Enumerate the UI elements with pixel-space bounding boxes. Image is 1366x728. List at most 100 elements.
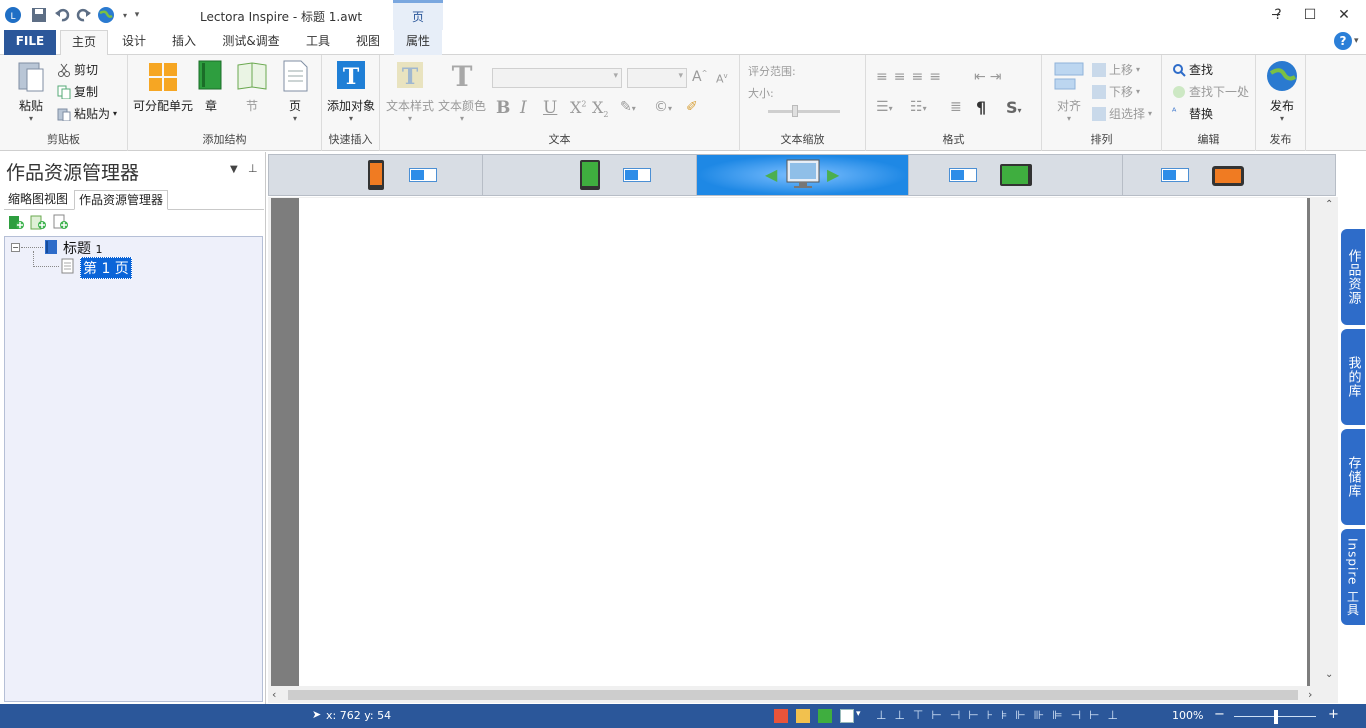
style-icon[interactable]: S▾ (1006, 98, 1022, 117)
customize-qa-icon[interactable]: ▾ (128, 6, 146, 24)
find-next-button[interactable]: 查找下一处 (1172, 83, 1249, 100)
scroll-up-icon[interactable]: ⌃ (1325, 199, 1333, 210)
tab-home[interactable]: 主页 (60, 30, 108, 56)
page-button[interactable]: 页 ▾ (278, 59, 312, 123)
replace-button[interactable]: ᴬ 替换 (1172, 105, 1213, 122)
device-toggle[interactable] (1161, 168, 1189, 182)
device-tablet-landscape[interactable] (909, 155, 1123, 195)
numbered-list-icon[interactable]: ☷▾ (910, 99, 927, 115)
text-scale-slider-thumb[interactable] (792, 105, 798, 117)
underline-icon[interactable]: U (543, 98, 557, 118)
next-device-icon[interactable]: ▶ (827, 165, 839, 184)
shrink-font-icon[interactable]: Av (716, 72, 728, 86)
font-size-select[interactable]: ▾ (627, 68, 687, 88)
chapter-button[interactable]: 章 (194, 59, 228, 114)
minimize-button[interactable]: ─ (1259, 0, 1293, 30)
alignment-icons[interactable]: ≡≡≡≡ (876, 69, 947, 85)
tree-root-title[interactable]: 标题 1 (63, 238, 102, 258)
spell-check-icon[interactable] (796, 709, 810, 723)
bold-icon[interactable]: B (496, 98, 510, 118)
pin-icon[interactable]: ⊥ (248, 162, 258, 175)
device-phone-portrait[interactable] (269, 155, 483, 195)
add-chapter-icon[interactable] (8, 214, 24, 233)
app-logo-icon[interactable]: L (4, 6, 22, 24)
device-phone-landscape[interactable] (1123, 155, 1335, 195)
paste-button[interactable]: 粘贴 ▾ (10, 59, 52, 123)
side-tab-inspire-tools[interactable]: Inspire 工具 (1341, 529, 1365, 625)
text-color-button[interactable]: T 文本颜色 ▾ (438, 59, 486, 123)
align-button[interactable]: 对齐 ▾ (1050, 59, 1088, 123)
error-check-icon[interactable] (774, 709, 788, 723)
publish-button[interactable]: 发布 ▾ (1262, 59, 1302, 123)
subscript-icon[interactable]: X2 (592, 98, 608, 119)
move-up-button[interactable]: 上移 ▾ (1092, 61, 1140, 78)
symbol-icon[interactable]: ©▾ (654, 99, 672, 115)
tab-thumbnail-view[interactable]: 缩略图视图 (4, 190, 72, 210)
grow-font-icon[interactable]: A^ (692, 69, 707, 85)
cut-button[interactable]: 剪切 (57, 61, 98, 78)
add-page-icon[interactable] (52, 214, 68, 233)
help-icon[interactable]: ? (1334, 32, 1352, 50)
tab-properties[interactable]: 属性 (394, 30, 442, 55)
help-dropdown-icon[interactable]: ▾ (1354, 36, 1359, 46)
tab-title-explorer[interactable]: 作品资源管理器 (74, 190, 169, 210)
side-tab-my-library[interactable]: 我的库 (1341, 329, 1365, 425)
device-toggle[interactable] (623, 168, 651, 182)
copy-button[interactable]: 复制 (57, 83, 98, 100)
page-canvas[interactable] (299, 198, 1307, 686)
find-button[interactable]: 查找 (1172, 61, 1213, 78)
device-tablet-portrait[interactable] (483, 155, 697, 195)
scroll-down-icon[interactable]: ⌄ (1325, 669, 1333, 680)
tree-collapse-icon[interactable]: − (11, 243, 20, 252)
text-style-button[interactable]: T 文本样式 ▾ (384, 59, 436, 123)
line-spacing-icon[interactable]: ≣ (950, 99, 962, 115)
run-dropdown-icon[interactable]: ▾ (856, 709, 861, 719)
device-toggle[interactable] (949, 168, 977, 182)
undo-icon[interactable] (53, 6, 71, 24)
previous-device-icon[interactable]: ◀ (765, 165, 777, 184)
globe-icon[interactable] (97, 6, 115, 24)
superscript-icon[interactable]: X2 (570, 98, 586, 117)
horizontal-scrollbar[interactable]: ‹ › (268, 687, 1322, 703)
tab-design[interactable]: 设计 (115, 30, 153, 55)
vertical-scrollbar[interactable]: ⌃ ⌄ (1322, 197, 1338, 687)
close-button[interactable]: ✕ (1327, 0, 1361, 30)
add-object-button[interactable]: T 添加对象 ▾ (326, 59, 376, 123)
save-icon[interactable] (30, 6, 48, 24)
paragraph-icon[interactable]: ¶ (976, 98, 986, 117)
panel-menu-icon[interactable]: ▼ (230, 164, 238, 175)
tab-view[interactable]: 视图 (348, 30, 388, 55)
tab-test-survey[interactable]: 测试&调查 (218, 30, 284, 55)
paste-as-button[interactable]: 粘贴为 ▾ (57, 105, 117, 122)
highlight-icon[interactable]: ✎▾ (620, 99, 636, 115)
preview-icon[interactable] (818, 709, 832, 723)
font-family-select[interactable]: ▾ (492, 68, 622, 88)
tree-page-item[interactable]: 第 1 页 (80, 257, 132, 279)
zoom-slider-thumb[interactable] (1274, 710, 1278, 724)
format-painter-icon[interactable]: ✐ (686, 99, 698, 115)
scroll-left-icon[interactable]: ‹ (272, 688, 276, 701)
assignable-unit-button[interactable]: 可分配单元 (132, 59, 194, 114)
tab-tools[interactable]: 工具 (296, 30, 340, 55)
bullet-list-icon[interactable]: ☰▾ (876, 99, 893, 115)
text-scale-slider[interactable] (768, 110, 840, 113)
maximize-button[interactable]: ☐ (1293, 0, 1327, 30)
zoom-out-button[interactable]: − (1214, 707, 1225, 722)
tab-file[interactable]: FILE (4, 30, 56, 55)
side-tab-resources[interactable]: 作品资源 (1341, 229, 1365, 325)
layout-tool-icons[interactable]: ⊥⊥⊤⊢⊣⊢⊦⊧⊩⊪⊫⊣⊢⊥ (876, 708, 1126, 722)
device-desktop[interactable]: ◀ ▶ (697, 155, 909, 195)
device-toggle[interactable] (409, 168, 437, 182)
run-icon[interactable] (840, 709, 854, 723)
group-select-button[interactable]: 组选择 ▾ (1092, 105, 1152, 122)
indent-icons[interactable]: ⇤⇥ (974, 69, 1005, 85)
move-down-button[interactable]: 下移 ▾ (1092, 83, 1140, 100)
section-button[interactable]: 节 (234, 59, 270, 114)
add-section-icon[interactable] (30, 214, 46, 233)
tab-insert[interactable]: 插入 (165, 30, 203, 55)
horizontal-scroll-thumb[interactable] (288, 690, 1298, 700)
redo-icon[interactable] (75, 6, 93, 24)
side-tab-repository[interactable]: 存储库 (1341, 429, 1365, 525)
scroll-right-icon[interactable]: › (1308, 688, 1312, 701)
italic-icon[interactable]: I (520, 98, 527, 118)
